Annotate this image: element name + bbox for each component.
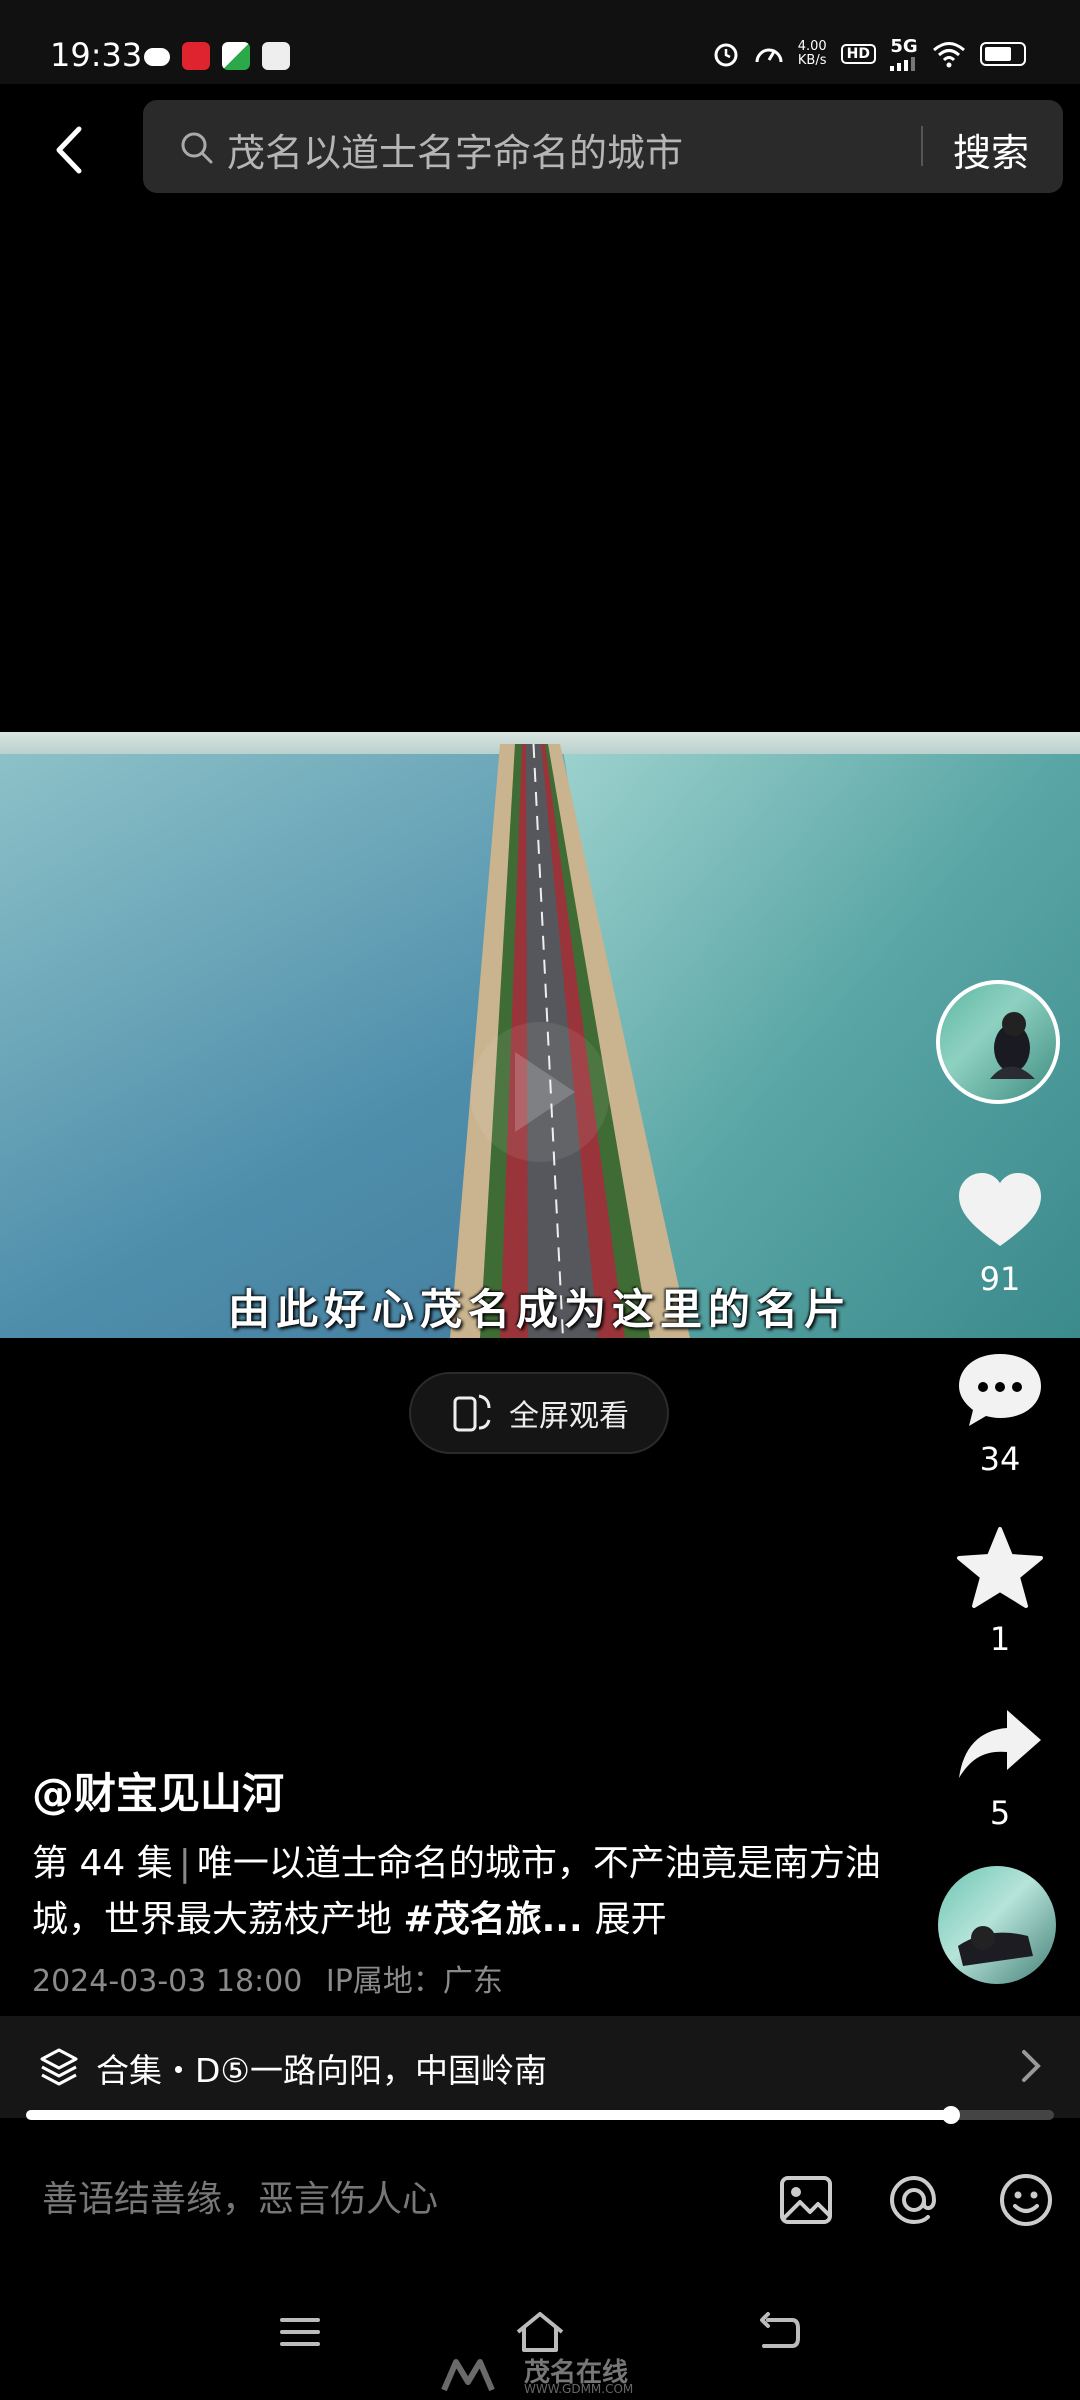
- speedometer-icon: [755, 48, 783, 62]
- search-icon: [181, 132, 213, 164]
- battery-icon: [980, 41, 1026, 66]
- favorite-count: 1: [989, 1620, 1011, 1658]
- post-date: 2024-03-03 18:00: [32, 1964, 303, 1999]
- mention-icon[interactable]: [884, 2170, 944, 2230]
- like-count: 91: [979, 1260, 1021, 1298]
- status-bar: 19:33 4.00 KB/s HD 5G: [0, 0, 1080, 84]
- share-icon: [959, 1710, 1041, 1778]
- expand-button[interactable]: 展开: [595, 1899, 667, 1940]
- speed-unit: KB/s: [797, 52, 827, 68]
- watermark-logo: [441, 2359, 495, 2392]
- speed-value: 4.00: [797, 38, 827, 54]
- fullscreen-button[interactable]: 全屏观看: [409, 1372, 669, 1454]
- comment-action[interactable]: 34: [940, 1350, 1060, 1478]
- video-subtitle: 由此好心茂名成为这里的名片: [227, 1285, 852, 1334]
- favorite-action[interactable]: 1: [940, 1526, 1060, 1658]
- emoji-icon[interactable]: [996, 2170, 1056, 2230]
- progress-fill: [26, 2110, 952, 2120]
- star-icon: [957, 1527, 1043, 1608]
- network-speed: 4.00 KB/s: [797, 38, 827, 68]
- signal-icon: [890, 57, 915, 71]
- alarm-icon: [714, 43, 738, 66]
- app-white-icon: [262, 42, 290, 70]
- comment-count: 34: [979, 1440, 1021, 1478]
- collection-bar[interactable]: 合集・D⑤一路向阳，中国岭南: [0, 2016, 1080, 2118]
- back-button[interactable]: [38, 110, 98, 190]
- app-maps-icon: [222, 42, 250, 70]
- post-meta: 2024-03-03 18:00 IP属地：广东: [32, 1956, 503, 2000]
- avatar-image: [990, 1012, 1035, 1079]
- disc-image: [958, 1926, 1033, 1966]
- status-time: 19:33: [50, 36, 143, 74]
- progress-handle[interactable]: [942, 2106, 961, 2124]
- collection-label: 合集・D⑤一路向阳，中国岭南: [96, 2051, 547, 2090]
- watermark-site: WWW.GDMM.COM: [524, 2382, 634, 2396]
- post-description[interactable]: 第 44 集 | 唯一以道士命名的城市，不产油竟是南方油城，世界最大荔枝产地 #茂名…: [32, 1836, 892, 1948]
- app-red-icon: [182, 42, 210, 70]
- chevron-left-icon: [56, 126, 82, 174]
- menu-icon[interactable]: [278, 2310, 322, 2354]
- hd-badge: HD: [840, 43, 876, 64]
- video-frame-image: [0, 732, 1080, 1338]
- hashtag-link[interactable]: #茂名旅...: [403, 1899, 582, 1940]
- music-disc[interactable]: [938, 1866, 1056, 1984]
- search-button[interactable]: 搜索: [953, 122, 1029, 177]
- back-nav-icon[interactable]: [756, 2310, 804, 2354]
- video-player[interactable]: [0, 732, 1080, 1338]
- layers-icon: [40, 2048, 78, 2086]
- network-type: 5G: [890, 36, 918, 57]
- search-divider: [921, 126, 923, 166]
- comment-icon: [959, 1354, 1041, 1426]
- playback-progress[interactable]: [26, 2106, 1054, 2124]
- cellular: 5G: [890, 36, 918, 71]
- comment-input[interactable]: 善语结善缘，恶言伤人心: [42, 2170, 438, 2222]
- fullscreen-label: 全屏观看: [509, 1399, 629, 1434]
- author-avatar[interactable]: [936, 980, 1060, 1104]
- search-bar[interactable]: 茂名以道士名字命名的城市 搜索: [143, 100, 1063, 193]
- rotate-phone-icon: [453, 1394, 491, 1432]
- cloud-icon: [144, 48, 170, 66]
- heart-icon: [959, 1173, 1041, 1246]
- episode-label: 第 44 集: [32, 1843, 173, 1884]
- author-name[interactable]: @财宝见山河: [32, 1760, 284, 1821]
- status-right: 4.00 KB/s HD 5G: [712, 36, 1026, 71]
- home-icon[interactable]: [512, 2310, 568, 2354]
- ip-location: IP属地：广东: [325, 1964, 503, 1999]
- notification-icons: [144, 42, 290, 70]
- wifi-icon: [933, 41, 965, 67]
- chevron-right-icon: [1022, 2050, 1041, 2082]
- separator: |: [178, 1843, 191, 1884]
- share-action[interactable]: 5: [940, 1704, 1060, 1832]
- share-count: 5: [989, 1794, 1011, 1832]
- search-input[interactable]: 茂名以道士名字命名的城市: [227, 122, 683, 177]
- image-icon[interactable]: [776, 2170, 836, 2230]
- like-action[interactable]: 91: [940, 1170, 1060, 1298]
